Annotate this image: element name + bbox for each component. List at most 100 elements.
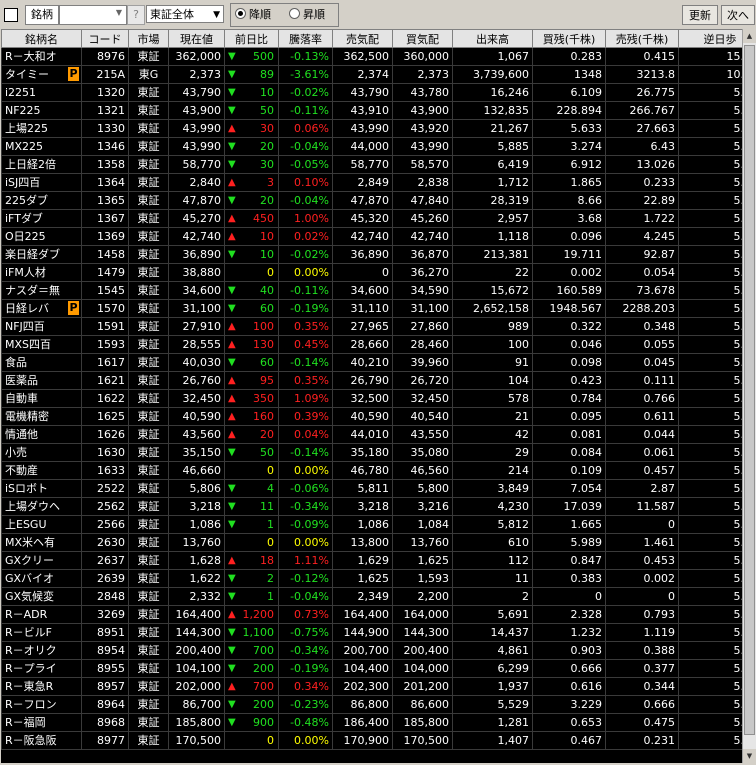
stock-name-cell[interactable]: i2251 [1,83,82,102]
table-row[interactable]: 日経レバ P 1570 東証 31,100 ▼ 60 -0.19% 31,110 31,100 2,… [1,299,742,318]
scroll-up-icon[interactable]: ▲ [743,29,756,43]
stock-name-cell[interactable]: 食品 [1,353,82,372]
stock-name-cell[interactable]: 自動車 [1,389,82,408]
stock-name-cell[interactable]: 情通他 [1,425,82,444]
table-row[interactable]: ナスダ＝無 1545 東証 34,600 ▼ 40 -0.11% 34,600 34,590 15… [1,281,742,300]
table-row[interactable]: 食品 1617 東証 40,030 ▼ 60 -0.14% 40,210 39,960 91 0.0… [1,353,742,372]
column-header[interactable]: 買残(千株) [532,29,606,48]
stock-name-cell[interactable]: R－大和オ [1,47,82,66]
stock-name-cell[interactable]: iFTダブ [1,209,82,228]
column-header[interactable]: 市場 [128,29,169,48]
table-row[interactable]: GX気候変2848東証2,332▼1-0.04%2,3492,2002005.0… [1,587,742,606]
stock-name-cell[interactable]: R－ビルF [1,623,82,642]
stock-name-cell[interactable]: MX米ヘ有 [1,533,82,552]
table-row[interactable]: 情通他 1626 東証 43,560 ▲ 20 0.04% 44,010 43,550 42 0.0… [1,425,742,444]
table-row[interactable]: R－大和オ 8976 東証 362,000 ▼ 500 -0.13% 362,500 360,0… [1,47,742,66]
column-header[interactable]: 騰落率 [278,29,333,48]
table-row[interactable]: 不動産 1633 東証 46,660 0 0.00% 46,780 46,560 214 0.10… [1,461,742,480]
table-row[interactable]: R－フロン 8964 東証 86,700 ▼ 200 -0.23% 86,800 86,600 5… [1,695,742,714]
vertical-scrollbar[interactable]: ▲ ▼ [742,29,756,763]
column-header[interactable]: 買気配 [392,29,453,48]
refresh-button[interactable]: 更新 [682,5,718,25]
stock-name-cell[interactable]: MXS四百 [1,335,82,354]
table-row[interactable]: iFTダブ 1367 東証 45,270 ▲ 450 1.00% 45,320 45,260 2,… [1,209,742,228]
table-row[interactable]: 上場225 1330 東証 43,990 ▲ 30 0.06% 43,990 43,920 21,… [1,119,742,138]
column-header[interactable]: 売残(千株) [605,29,679,48]
table-row[interactable]: R－ビルF 8951 東証 144,300 ▼ 1,100 -0.75% 144,900 144… [1,623,742,642]
stock-name-cell[interactable]: 医薬品 [1,371,82,390]
stock-name-cell[interactable]: 日経レバ P [1,299,82,318]
column-header[interactable]: 前日比 [224,29,279,48]
stock-name-cell[interactable]: R－東急R [1,677,82,696]
table-row[interactable]: 電機精密 1625 東証 40,590 ▲ 160 0.39% 40,590 40,540 21 0… [1,407,742,426]
code-input[interactable]: ▼ [59,5,127,25]
column-header[interactable]: コード [81,29,129,48]
stock-name-cell[interactable]: 小売 [1,443,82,462]
stock-name-cell[interactable]: 225ダブ [1,191,82,210]
column-header[interactable]: 売気配 [332,29,393,48]
table-row[interactable]: 楽日経ダブ 1458 東証 36,890 ▼ 10 -0.02% 36,890 36,870 21… [1,245,742,264]
stock-name-cell[interactable]: NFJ四百 [1,317,82,336]
table-row[interactable]: R－プライ 8955 東証 104,100 ▼ 200 -0.19% 104,400 104,0… [1,659,742,678]
stock-name-cell[interactable]: MX225 [1,137,82,156]
scroll-down-icon[interactable]: ▼ [743,749,756,763]
stock-name-cell[interactable]: 上場ダウヘ [1,497,82,516]
table-row[interactable]: O日225 1369 東証 42,740 ▲ 10 0.02% 42,740 42,740 1,1… [1,227,742,246]
table-row[interactable]: R－東急R 8957 東証 202,000 ▲ 700 0.34% 202,300 201,20… [1,677,742,696]
stock-name-cell[interactable]: 上日経2倍 [1,155,82,174]
table-row[interactable]: i2251 1320 東証 43,790 ▼ 10 -0.02% 43,790 43,780 16… [1,83,742,102]
scroll-thumb[interactable] [744,45,755,735]
stock-name-cell[interactable]: R－阪急阪 [1,731,82,750]
table-row[interactable]: 小売 1630 東証 35,150 ▼ 50 -0.14% 35,180 35,080 29 0.0… [1,443,742,462]
help-button[interactable]: ? [127,5,145,25]
sort-asc-radio[interactable]: 昇順 [289,8,325,22]
table-row[interactable]: 上場ダウヘ 2562 東証 3,218 ▼ 11 -0.34% 3,218 3,216 4,230… [1,497,742,516]
stock-name-cell[interactable]: R－フロン [1,695,82,714]
table-row[interactable]: 上日経2倍 1358 東証 58,770 ▼ 30 -0.05% 58,770 58,570 6,… [1,155,742,174]
table-row[interactable]: MX米ヘ有 2630 東証 13,760 0 0.00% 13,800 13,760 610 5.… [1,533,742,552]
stock-name-cell[interactable]: 上場225 [1,119,82,138]
stock-name-cell[interactable]: GXバイオ [1,569,82,588]
table-row[interactable]: iSJ四百 1364 東証 2,840 ▲ 3 0.10% 2,849 2,838 1,712 1.… [1,173,742,192]
table-row[interactable]: R－福岡 8968 東証 185,800 ▼ 900 -0.48% 186,400 185,80… [1,713,742,732]
stock-name-cell[interactable]: ナスダ＝無 [1,281,82,300]
column-header[interactable]: 現在値 [168,29,225,48]
sort-desc-radio[interactable]: 降順 [235,8,271,22]
stock-name-cell[interactable]: 電機精密 [1,407,82,426]
table-row[interactable]: MXS四百 1593 東証 28,555 ▲ 130 0.45% 28,660 28,460 10… [1,335,742,354]
stock-name-cell[interactable]: iSロボト [1,479,82,498]
table-row[interactable]: R－ADR 3269 東証 164,400 ▲ 1,200 0.73% 164,400 164,… [1,605,742,624]
stock-name-cell[interactable]: O日225 [1,227,82,246]
table-row[interactable]: R－オリク 8954 東証 200,400 ▼ 700 -0.34% 200,700 200,4… [1,641,742,660]
table-row[interactable]: iSロボト 2522 東証 5,806 ▼ 4 -0.06% 5,811 5,800 3,849 7… [1,479,742,498]
stock-name-cell[interactable]: R－福岡 [1,713,82,732]
stock-name-cell[interactable]: iFM人材 [1,263,82,282]
table-row[interactable]: 医薬品 1621 東証 26,760 ▲ 95 0.35% 26,790 26,720 104 0.… [1,371,742,390]
chevron-down-icon[interactable]: ▼ [116,8,122,17]
stock-name-cell[interactable]: GX気候変 [1,587,82,606]
table-row[interactable]: 自動車 1622 東証 32,450 ▲ 350 1.09% 32,500 32,450 578 0… [1,389,742,408]
table-row[interactable]: NFJ四百 1591 東証 27,910 ▲ 100 0.35% 27,965 27,860 98… [1,317,742,336]
table-row[interactable]: 上ESGU 2566 東証 1,086 ▼ 1 -0.09% 1,086 1,084 5,812 1… [1,515,742,534]
table-row[interactable]: NF225 1321 東証 43,900 ▼ 50 -0.11% 43,910 43,900 13… [1,101,742,120]
stock-name-cell[interactable]: GXクリー [1,551,82,570]
column-header[interactable]: 逆日歩 [678,29,742,48]
table-row[interactable]: タイミー P 215A 東G 2,373 ▼ 89 -3.61% 2,374 2,373 3,739… [1,65,742,84]
table-row[interactable]: GXバイオ 2639 東証 1,622 ▼ 2 -0.12% 1,625 1,593 11 0.38… [1,569,742,588]
stock-name-cell[interactable]: R－プライ [1,659,82,678]
stock-name-cell[interactable]: NF225 [1,101,82,120]
table-row[interactable]: MX225 1346 東証 43,990 ▼ 20 -0.04% 44,000 43,990 5,… [1,137,742,156]
stock-name-cell[interactable]: タイミー P [1,65,82,84]
next-button[interactable]: 次へ [721,5,755,25]
table-row[interactable]: iFM人材 1479 東証 38,880 0 0.00% 0 36,270 22 0.002 0.0… [1,263,742,282]
table-row[interactable]: GXクリー 2637 東証 1,628 ▲ 18 1.11% 1,629 1,625 112 0.8… [1,551,742,570]
stock-name-cell[interactable]: R－オリク [1,641,82,660]
select-all-checkbox[interactable] [4,8,18,22]
stock-name-cell[interactable]: iSJ四百 [1,173,82,192]
column-header[interactable]: 出来高 [452,29,533,48]
stock-name-cell[interactable]: 楽日経ダブ [1,245,82,264]
market-select[interactable]: 東証全体 ▼ [146,5,224,23]
table-row[interactable]: 225ダブ 1365 東証 47,870 ▼ 20 -0.04% 47,870 47,840 28… [1,191,742,210]
column-header[interactable]: 銘柄名 [1,29,82,48]
stock-name-cell[interactable]: R－ADR [1,605,82,624]
